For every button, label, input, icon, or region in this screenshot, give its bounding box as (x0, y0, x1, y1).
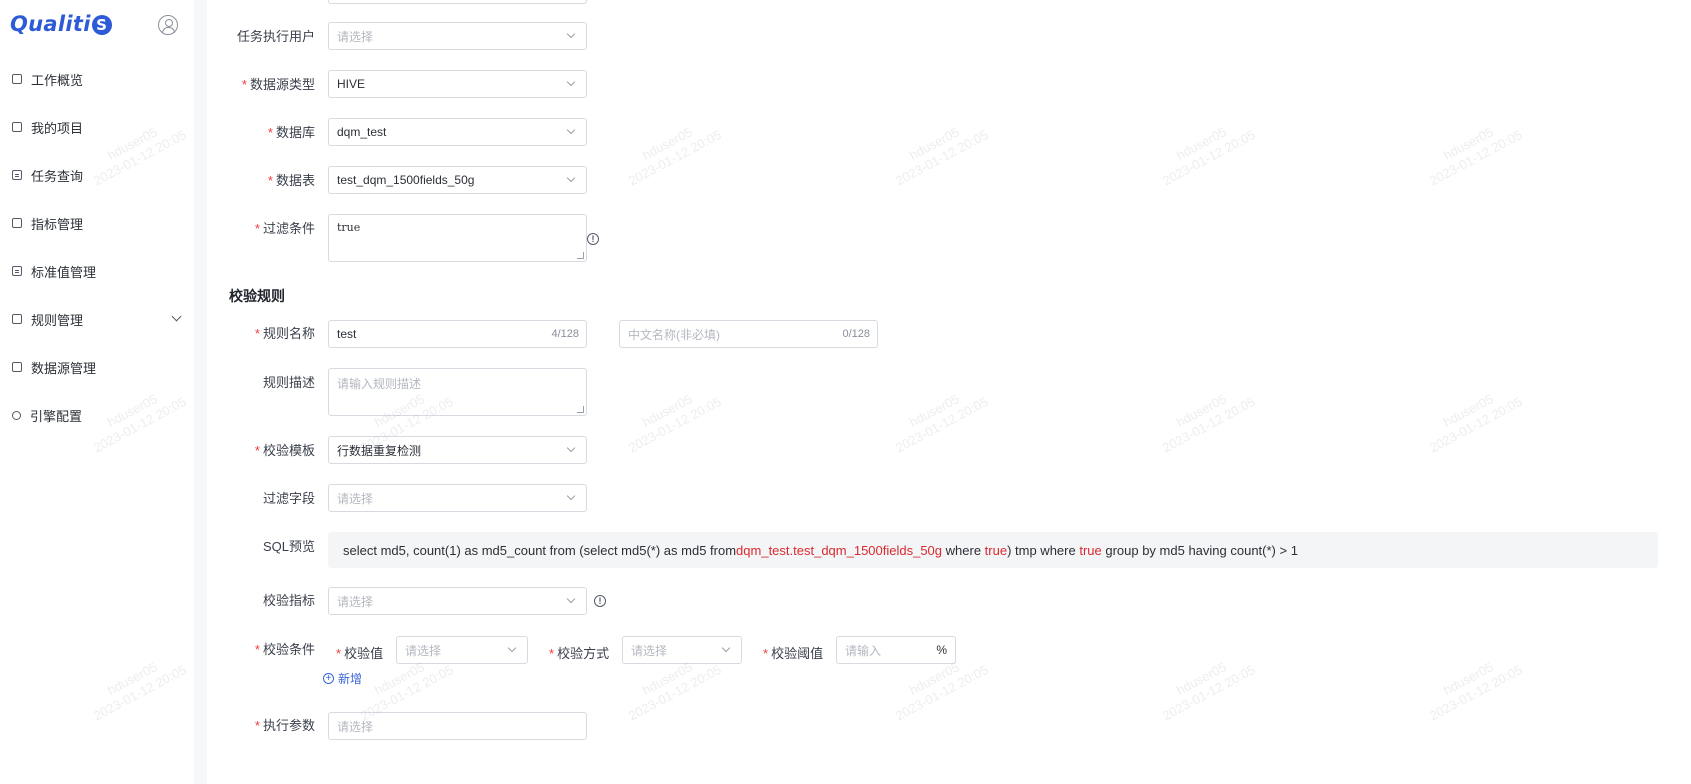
check-threshold-label: * 校验阈值 (763, 646, 824, 661)
sidebar-item-label: 引擎配置 (30, 408, 83, 424)
folder-icon (12, 122, 22, 132)
template-select[interactable]: 行数据重复检测 (328, 436, 587, 464)
standard-icon (12, 266, 22, 276)
check-value-select[interactable]: 请选择 (396, 636, 528, 664)
app-logo[interactable]: Qualiti S (10, 12, 112, 36)
dashboard-icon (12, 74, 22, 84)
chevron-down-icon (566, 125, 576, 135)
plus-circle-icon: + (323, 673, 334, 684)
info-icon[interactable]: ! (594, 595, 606, 607)
previous-field-edge (328, 0, 587, 4)
filter-condition-label: * 过滤条件 (254, 221, 315, 236)
template-label: * 校验模板 (254, 443, 315, 458)
resize-handle[interactable] (577, 406, 584, 413)
sidebar-item-label: 我的项目 (31, 120, 84, 136)
exec-user-select[interactable]: 请选择 (328, 22, 587, 50)
exec-params-select[interactable]: 请选择 (328, 712, 587, 740)
add-condition-button[interactable]: + 新增 (323, 670, 362, 687)
database-select[interactable]: dqm_test (328, 118, 587, 146)
filter-field-select[interactable]: 请选择 (328, 484, 587, 512)
exec-user-label: 任务执行用户 (236, 29, 315, 44)
resize-handle[interactable] (577, 252, 584, 259)
datasource-type-label: * 数据源类型 (241, 77, 315, 92)
char-counter: 0/128 (842, 328, 870, 340)
exec-params-label: * 执行参数 (254, 718, 315, 733)
sidebar-item-label: 工作概览 (31, 72, 84, 88)
engine-icon (10, 408, 23, 422)
check-method-select[interactable]: 请选择 (622, 636, 742, 664)
sidebar-item-standards[interactable]: 标准值管理 (0, 256, 194, 286)
sidebar: Qualiti S 工作概览 我的项目 任务查询 指标管理 标准值管理 规则管理 … (0, 0, 194, 784)
sidebar-item-task-query[interactable]: 任务查询 (0, 160, 194, 190)
chevron-down-icon (721, 643, 731, 653)
chevron-down-icon (507, 643, 517, 653)
user-avatar-icon[interactable] (158, 15, 178, 35)
check-threshold-input[interactable]: 请输入% (836, 636, 956, 664)
chevron-down-icon (566, 594, 576, 604)
sidebar-item-metrics[interactable]: 指标管理 (0, 208, 194, 238)
char-counter: 4/128 (551, 328, 579, 340)
sidebar-item-overview[interactable]: 工作概览 (0, 64, 194, 94)
sidebar-item-label: 规则管理 (31, 312, 84, 328)
metric-icon (12, 218, 22, 228)
database-label: * 数据库 (267, 125, 315, 140)
chevron-down-icon (566, 443, 576, 453)
metric-label: 校验指标 (262, 593, 315, 608)
chevron-down-icon (566, 29, 576, 39)
sidebar-item-datasources[interactable]: 数据源管理 (0, 352, 194, 382)
filter-field-label: 过滤字段 (262, 491, 315, 506)
rule-desc-label: 规则描述 (262, 375, 315, 390)
chevron-down-icon (566, 491, 576, 501)
rule-name-label: * 规则名称 (254, 326, 315, 341)
section-title-rules: 校验规则 (229, 288, 285, 304)
sidebar-item-label: 数据源管理 (31, 360, 97, 376)
datasource-icon (12, 362, 22, 372)
percent-unit: % (936, 643, 947, 657)
metric-select[interactable]: 请选择 (328, 587, 587, 615)
rule-icon (12, 314, 22, 324)
chevron-down-icon (566, 77, 576, 87)
chevron-down-icon (566, 173, 576, 183)
sidebar-item-label: 指标管理 (31, 216, 84, 232)
document-icon (12, 170, 22, 180)
sidebar-item-label: 任务查询 (31, 168, 84, 184)
sidebar-item-engine[interactable]: 引擎配置 (0, 400, 194, 430)
sql-preview-label: SQL预览 (262, 539, 315, 554)
rule-desc-textarea[interactable]: 请输入规则描述 (328, 368, 587, 416)
condition-label: * 校验条件 (254, 642, 315, 657)
sidebar-item-label: 标准值管理 (31, 264, 97, 280)
sidebar-item-rules[interactable]: 规则管理 (0, 304, 194, 334)
sql-preview-box: select md5, count(1) as md5_count from (… (328, 532, 1658, 568)
sidebar-item-projects[interactable]: 我的项目 (0, 112, 194, 142)
rule-cn-name-input[interactable]: 中文名称(非必填) 0/128 (619, 320, 878, 348)
info-icon[interactable]: ! (587, 233, 599, 245)
table-select[interactable]: test_dqm_1500fields_50g (328, 166, 587, 194)
datasource-type-select[interactable]: HIVE (328, 70, 587, 98)
filter-condition-textarea[interactable]: true (328, 214, 587, 262)
check-value-label: * 校验值 (336, 646, 384, 661)
rule-name-input[interactable]: test 4/128 (328, 320, 587, 348)
chevron-down-icon (171, 311, 182, 322)
table-label: * 数据表 (267, 173, 315, 188)
check-method-label: * 校验方式 (549, 646, 610, 661)
